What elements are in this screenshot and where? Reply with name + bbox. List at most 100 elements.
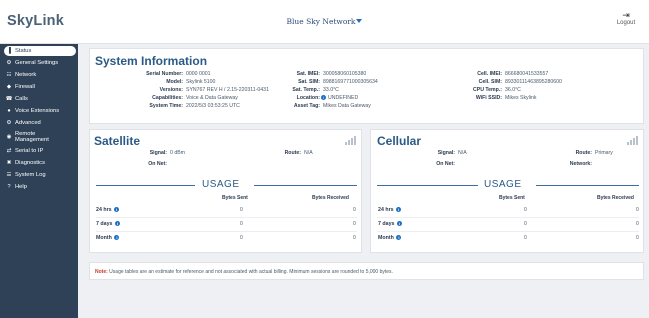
usage-sent-cell: 0 bbox=[240, 235, 243, 241]
list-icon: ☰ bbox=[6, 172, 12, 178]
info-sat-temp: Sat. Temp.: 33.0°C bbox=[280, 87, 339, 93]
usage-title: USAGE bbox=[484, 179, 522, 190]
sidebar-item-label: Firewall bbox=[15, 84, 35, 90]
system-info-title: System Information bbox=[95, 54, 208, 68]
info-key: Model: bbox=[166, 79, 183, 85]
info-icon[interactable]: i bbox=[114, 221, 120, 226]
cellular-title: Cellular bbox=[377, 134, 422, 148]
signal-bars-icon: ▐ bbox=[7, 48, 11, 54]
info-icon[interactable]: i bbox=[396, 235, 402, 240]
info-value: Skylink 5100 bbox=[186, 79, 216, 85]
sidebar-item-label: Calls bbox=[15, 96, 28, 102]
usage-row-text: 24 hrs bbox=[378, 207, 394, 213]
info-key: Location: bbox=[296, 95, 320, 101]
col-bytes-received: Bytes Received bbox=[597, 195, 634, 201]
info-value: 89330111463895280600 bbox=[505, 79, 562, 85]
info-key: Asset Tag: bbox=[293, 103, 320, 109]
sidebar-item-serial-to-ip[interactable]: ⇄ Serial to IP bbox=[4, 146, 76, 156]
info-icon[interactable]: i bbox=[396, 207, 402, 212]
sidebar-item-firewall[interactable]: ◆ Firewall bbox=[4, 82, 76, 92]
usage-row-text: 7 days bbox=[378, 221, 395, 227]
arrows-icon: ⇄ bbox=[6, 148, 12, 154]
network-icon: ☷ bbox=[6, 72, 12, 78]
info-icon[interactable]: i bbox=[321, 95, 326, 100]
sidebar-item-advanced[interactable]: ⚙ Advanced bbox=[4, 118, 76, 128]
field-key: Signal: bbox=[437, 150, 455, 156]
sidebar-item-label-line2: Management bbox=[15, 137, 49, 143]
sidebar-item-network[interactable]: ☷ Network bbox=[4, 70, 76, 80]
info-key: Sat. IMEI: bbox=[296, 71, 320, 77]
sidebar-item-status[interactable]: ▐ Status bbox=[4, 46, 76, 56]
logout-arrow-icon: ⇥ bbox=[622, 10, 630, 20]
sidebar-item-voice-extensions[interactable]: ● Voice Extensions bbox=[4, 106, 76, 116]
row-divider bbox=[96, 231, 357, 232]
usage-row-text: Month bbox=[378, 235, 394, 241]
sidebar-item-diagnostics[interactable]: ✖ Diagnostics bbox=[4, 158, 76, 168]
info-key: Versions: bbox=[159, 87, 183, 93]
usage-sent-cell: 0 bbox=[524, 235, 527, 241]
sidebar-item-remote-management[interactable]: ◉ Remote Management bbox=[4, 130, 76, 144]
info-key: Sat. Temp.: bbox=[292, 87, 320, 93]
field-key: Route: bbox=[575, 150, 592, 156]
row-divider bbox=[377, 217, 639, 218]
usage-row-label: 24 hrs i bbox=[378, 207, 402, 213]
logout-label: Logout bbox=[616, 20, 636, 26]
info-sat-imei: Sat. IMEI: 300058060105380 bbox=[280, 71, 367, 77]
col-bytes-sent: Bytes Sent bbox=[499, 195, 525, 201]
usage-divider-left bbox=[377, 185, 478, 186]
sidebar-item-general-settings[interactable]: ⚙ General Settings bbox=[4, 58, 76, 68]
brand-logo: Blue Sky Network bbox=[0, 17, 649, 26]
info-icon[interactable]: i bbox=[396, 221, 402, 226]
satellite-title: Satellite bbox=[94, 134, 141, 148]
info-asset-tag: Asset Tag: Mikes Data Gateway bbox=[280, 103, 371, 109]
info-value: 866680041533557 bbox=[505, 71, 549, 77]
chat-bubble-icon: ● bbox=[7, 108, 11, 114]
question-icon: ? bbox=[7, 184, 11, 190]
usage-row-label: 7 days i bbox=[96, 221, 121, 227]
info-capabilities: Capabilities: Voice & Data Gateway bbox=[90, 95, 238, 101]
cellular-on-net: On Net: bbox=[371, 161, 458, 167]
satellite-signal: Signal: 0 dBm bbox=[90, 150, 185, 156]
info-location: Location: i UNDEFINED bbox=[280, 95, 358, 101]
info-key: Sat. SIM: bbox=[298, 79, 320, 85]
info-value: Voice & Data Gateway bbox=[186, 95, 238, 101]
info-value: UNDEFINED bbox=[328, 95, 359, 101]
sidebar-item-help[interactable]: ? Help bbox=[4, 182, 76, 192]
field-key: On Net: bbox=[436, 161, 455, 167]
usage-sent-cell: 0 bbox=[524, 221, 527, 227]
sidebar-item-label: Network bbox=[15, 72, 37, 78]
field-value: N/A bbox=[458, 150, 467, 156]
sidebar-item-system-log[interactable]: ☰ System Log bbox=[4, 170, 76, 180]
usage-row-text: Month bbox=[96, 235, 112, 241]
sidebar-item-label: Voice Extensions bbox=[15, 108, 60, 114]
usage-sent-cell: 0 bbox=[240, 221, 243, 227]
usage-title: USAGE bbox=[202, 179, 240, 190]
brand-mark-icon bbox=[356, 19, 363, 23]
field-key: On Net: bbox=[148, 161, 167, 167]
info-key: Cell. SIM: bbox=[478, 79, 502, 85]
usage-row-label: Month i bbox=[96, 235, 120, 241]
cellular-signal: Signal: N/A bbox=[371, 150, 467, 156]
sidebar-item-calls[interactable]: ☎ Calls bbox=[4, 94, 76, 104]
info-value: Mikes Data Gateway bbox=[323, 103, 371, 109]
top-bar: SkyLink Blue Sky Network ⇥ Logout bbox=[0, 0, 649, 44]
info-model: Model: Skylink 5100 bbox=[90, 79, 215, 85]
usage-sent-cell: 0 bbox=[240, 207, 243, 213]
info-key: System Time: bbox=[149, 103, 183, 109]
col-bytes-sent: Bytes Sent bbox=[222, 195, 248, 201]
info-wifi-ssid: WiFi SSID: Mikes Skylink bbox=[462, 95, 537, 101]
info-icon[interactable]: i bbox=[114, 235, 120, 240]
tools-icon: ✖ bbox=[6, 160, 12, 166]
info-value: 36.0°C bbox=[505, 87, 521, 93]
usage-received-cell: 0 bbox=[353, 221, 356, 227]
usage-received-cell: 0 bbox=[353, 207, 356, 213]
usage-divider-left bbox=[96, 185, 195, 186]
info-key: Capabilities: bbox=[152, 95, 183, 101]
sidebar: ▐ Status ⚙ General Settings ☷ Network ◆ Fire… bbox=[0, 44, 78, 318]
info-icon[interactable]: i bbox=[114, 207, 120, 212]
sidebar-item-label: Help bbox=[15, 184, 27, 190]
satellite-signal-icon bbox=[345, 136, 356, 145]
cellular-route: Route: Primary bbox=[556, 150, 613, 156]
satellite-on-net: On Net: bbox=[90, 161, 170, 167]
logout-button[interactable]: ⇥ Logout bbox=[611, 10, 641, 26]
